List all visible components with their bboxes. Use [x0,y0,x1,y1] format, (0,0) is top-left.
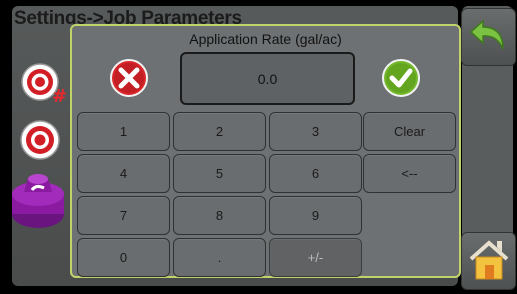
key-label: +/- [307,250,324,265]
key-label: Clear [393,124,426,139]
svg-text:#: # [52,86,67,107]
key-8[interactable]: 8 [173,196,266,235]
key-backspace[interactable]: <-- [363,154,456,193]
spray-nozzle-icon[interactable] [6,170,72,239]
key-9[interactable]: 9 [269,196,362,235]
key-label: 8 [215,208,224,223]
key-decimal[interactable]: . [173,238,266,277]
confirm-button[interactable] [382,58,420,102]
key-label: 2 [215,124,224,139]
key-label: <-- [401,166,418,181]
back-arrow-icon [469,15,509,60]
back-button[interactable] [461,8,516,66]
key-7[interactable]: 7 [77,196,170,235]
key-label: 6 [311,166,320,181]
key-6[interactable]: 6 [269,154,362,193]
value-display: 0.0 [180,52,355,105]
confirm-check-icon [382,58,420,102]
key-plus-minus[interactable]: +/- [269,238,362,277]
key-2[interactable]: 2 [173,112,266,151]
key-label: . [217,250,222,265]
key-4[interactable]: 4 [77,154,170,193]
key-3[interactable]: 3 [269,112,362,151]
key-label: 0 [119,250,128,265]
keypad-dialog: Application Rate (gal/ac) 0.0 1 2 3 Clea… [70,24,461,278]
screen: Settings->Job Parameters # Application R… [0,0,517,294]
key-label: 7 [119,208,128,223]
key-0[interactable]: 0 [77,238,170,277]
home-icon [467,237,511,286]
value-text: 0.0 [257,70,278,87]
home-button[interactable] [461,232,516,290]
key-label: 4 [119,166,128,181]
key-label: 1 [119,124,128,139]
key-label: 3 [311,124,320,139]
page-title: Settings->Job Parameters [14,8,242,24]
dialog-title: Application Rate (gal/ac) [189,31,342,47]
key-clear[interactable]: Clear [363,112,456,151]
cancel-x-icon [110,58,148,102]
key-5[interactable]: 5 [173,154,266,193]
cancel-button[interactable] [110,58,148,102]
key-label: 5 [215,166,224,181]
key-1[interactable]: 1 [77,112,170,151]
key-label: 9 [311,208,320,223]
target-hash-icon[interactable]: # [16,58,70,113]
target-icon[interactable] [18,118,66,169]
